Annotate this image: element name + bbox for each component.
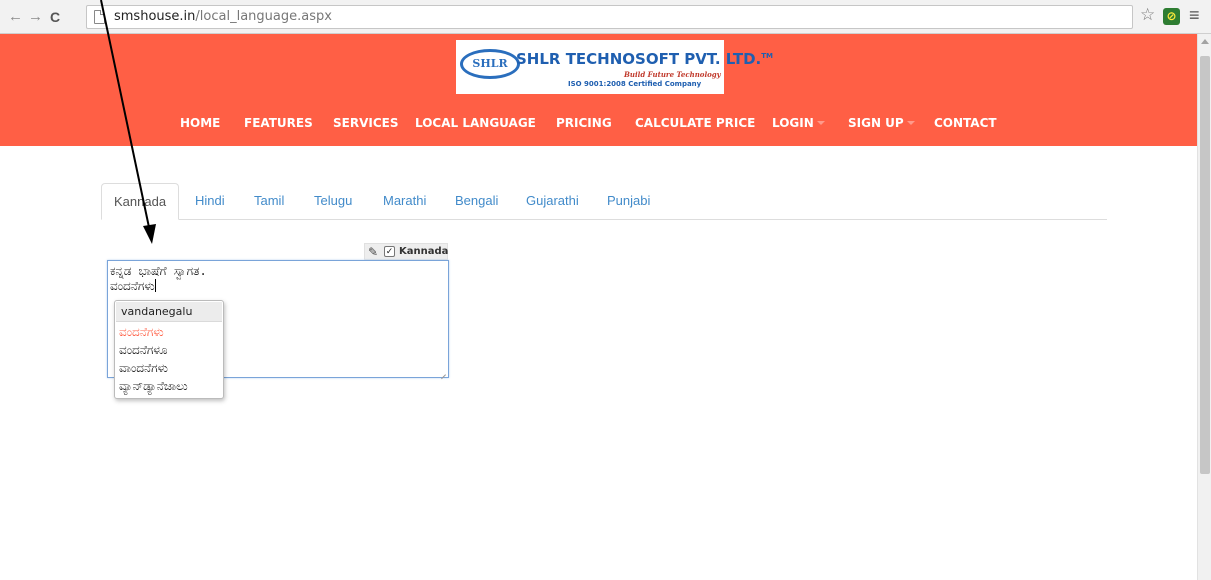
forward-arrow-icon[interactable]: → — [28, 9, 43, 25]
transliteration-control[interactable]: ✎ ✓ Kannada — [364, 243, 448, 260]
caret-down-icon — [906, 121, 915, 125]
transliteration-language-label: Kannada — [399, 246, 449, 257]
language-tabs: Kannada Hindi Tamil Telugu Marathi Benga… — [101, 183, 1107, 220]
logo-emblem: SHLR — [460, 49, 520, 79]
tab-telugu[interactable]: Telugu — [314, 183, 352, 220]
nav-pricing[interactable]: PRICING — [556, 116, 612, 130]
tab-hindi[interactable]: Hindi — [195, 183, 225, 220]
editor-line: ಕನ್ನಡ ಭಾಷೆಗೆ ಸ್ವಾಗತ. — [110, 264, 207, 278]
editor-line-current: ವಂದನೆಗಳು — [110, 279, 156, 293]
nav-services[interactable]: SERVICES — [333, 116, 398, 130]
page-scrollbar[interactable] — [1197, 34, 1211, 580]
suggestion-option[interactable]: ವಾಂದನೆಗಳು — [119, 360, 223, 376]
logo-company-name: SHLR TECHNOSOFT PVT. LTD.TM — [516, 50, 773, 68]
scrollbar-thumb[interactable] — [1200, 56, 1210, 474]
nav-home[interactable]: HOME — [180, 116, 220, 130]
text-cursor — [154, 279, 156, 292]
address-bar[interactable]: smshouse.in/local_language.aspx — [86, 5, 1133, 29]
suggestion-option[interactable]: ವ್ಯಾನ್‌ಡ್ಯಾನೆಜಾಲು — [119, 378, 223, 394]
suggestion-option[interactable]: ವಂದನೆಗಳು — [119, 324, 223, 340]
reload-icon[interactable]: C — [50, 9, 60, 25]
scroll-up-arrow-icon[interactable] — [1201, 39, 1209, 44]
page-icon — [94, 10, 105, 24]
url-text: smshouse.in/local_language.aspx — [114, 9, 332, 24]
nav-contact[interactable]: CONTACT — [934, 116, 997, 130]
tab-marathi[interactable]: Marathi — [383, 183, 426, 220]
tab-kannada[interactable]: Kannada — [101, 183, 180, 220]
company-logo[interactable]: SHLR SHLR TECHNOSOFT PVT. LTD.TM Build F… — [456, 40, 773, 94]
tab-punjabi[interactable]: Punjabi — [607, 183, 650, 220]
resize-handle-icon[interactable] — [439, 368, 447, 376]
suggestion-option[interactable]: ವಂದನೆಗಳೂ — [119, 342, 223, 358]
suggestion-input-text: vandanegalu — [116, 302, 222, 322]
site-header: SHLR SHLR TECHNOSOFT PVT. LTD.TM Build F… — [0, 34, 1197, 146]
back-arrow-icon[interactable]: ← — [8, 9, 23, 25]
extension-icon[interactable]: ⊘ — [1163, 8, 1180, 25]
suggestion-popup: vandanegalu ವಂದನೆಗಳು ವಂದನೆಗಳೂ ವಾಂದನೆಗಳು … — [114, 300, 224, 399]
browser-menu-icon[interactable]: ≡ — [1189, 6, 1200, 24]
pencil-icon: ✎ — [368, 245, 379, 259]
nav-calculate-price[interactable]: CALCULATE PRICE — [635, 116, 755, 130]
tab-bengali[interactable]: Bengali — [455, 183, 498, 220]
logo-iso-text: ISO 9001:2008 Certified Company — [568, 80, 702, 88]
caret-down-icon — [816, 121, 825, 125]
tab-tamil[interactable]: Tamil — [254, 183, 284, 220]
bookmark-star-icon[interactable]: ☆ — [1140, 5, 1155, 25]
browser-toolbar: ← → C smshouse.in/local_language.aspx ☆ … — [0, 0, 1211, 34]
nav-features[interactable]: FEATURES — [244, 116, 313, 130]
nav-local-language[interactable]: LOCAL LANGUAGE — [415, 116, 536, 130]
annotation-arrowhead — [143, 224, 156, 244]
tab-gujarathi[interactable]: Gujarathi — [526, 183, 579, 220]
nav-sign-up[interactable]: SIGN UP — [848, 116, 915, 130]
nav-login[interactable]: LOGIN — [772, 116, 825, 130]
main-nav: HOME FEATURES SERVICES LOCAL LANGUAGE PR… — [0, 116, 1197, 136]
logo-tagline: Build Future Technology — [624, 70, 721, 79]
transliteration-checkbox[interactable]: ✓ — [384, 246, 395, 257]
